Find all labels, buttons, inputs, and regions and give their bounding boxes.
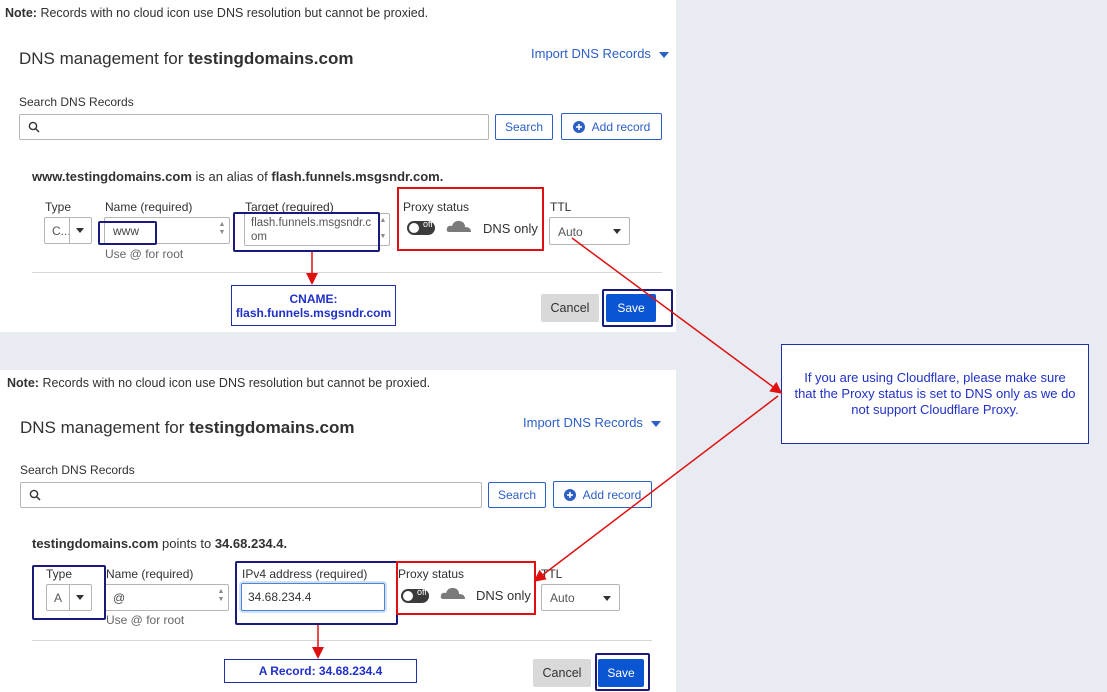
page-title: DNS management for testingdomains.com (19, 49, 354, 68)
stepper-icon: ▲ ▼ (217, 588, 225, 603)
a-record-callout: A Record: 34.68.234.4 (224, 659, 417, 683)
ipv4-field-highlight (235, 561, 398, 625)
divider (32, 272, 662, 273)
ttl-label: TTL (550, 200, 572, 214)
search-button[interactable]: Search (495, 114, 553, 140)
root-hint: Use @ for root (106, 613, 185, 627)
ttl-label: TTL (541, 567, 563, 581)
cancel-button[interactable]: Cancel (533, 659, 591, 687)
proxy-status-highlight (396, 561, 536, 615)
top-dns-panel: Note: Records with no cloud icon use DNS… (0, 0, 676, 332)
plus-circle-icon (563, 488, 576, 501)
stepper-icon: ▲ ▼ (218, 221, 226, 236)
cname-callout: CNAME: flash.funnels.msgsndr.com (231, 285, 396, 326)
ttl-select[interactable]: Auto (541, 584, 620, 611)
proxy-status-highlight (397, 187, 544, 251)
chevron-down-icon (658, 51, 669, 58)
ttl-select[interactable]: Auto (549, 217, 630, 245)
ttl-value: Auto (558, 225, 583, 239)
search-input[interactable] (20, 482, 482, 508)
bottom-dns-panel: Note: Records with no cloud icon use DNS… (0, 370, 676, 692)
name-value: @ (113, 591, 126, 605)
search-input[interactable] (19, 114, 489, 140)
search-label: Search DNS Records (19, 95, 134, 109)
save-button-highlight (595, 653, 650, 691)
import-dns-records-link[interactable]: Import DNS Records (531, 46, 669, 61)
root-hint: Use @ for root (105, 247, 184, 261)
type-field-highlight (32, 565, 106, 620)
chevron-down-icon (76, 228, 84, 233)
name-field-highlight (98, 221, 157, 245)
add-record-button[interactable]: Add record (553, 481, 652, 508)
proxy-note: Note: Records with no cloud icon use DNS… (5, 6, 429, 20)
divider (32, 640, 652, 641)
target-field-highlight (233, 212, 380, 252)
save-button-highlight (602, 289, 673, 327)
name-label: Name (required) (106, 567, 194, 581)
plus-circle-icon (572, 120, 585, 133)
search-icon (29, 489, 41, 501)
ttl-value: Auto (550, 591, 575, 605)
name-input[interactable]: @ ▲ ▼ (104, 584, 229, 611)
chevron-down-icon (613, 229, 621, 234)
type-value: C... (52, 224, 71, 238)
page-title: DNS management for testingdomains.com (20, 418, 355, 437)
points-to-description: testingdomains.com points to 34.68.234.4… (32, 536, 288, 551)
cancel-button[interactable]: Cancel (541, 294, 599, 322)
cloudflare-note-callout: If you are using Cloudflare, please make… (781, 344, 1089, 444)
add-record-button[interactable]: Add record (561, 113, 662, 140)
search-label: Search DNS Records (20, 463, 135, 477)
search-button[interactable]: Search (488, 482, 546, 508)
import-dns-records-link[interactable]: Import DNS Records (523, 415, 661, 430)
alias-description: www.testingdomains.com is an alias of fl… (32, 169, 444, 184)
chevron-down-icon (603, 596, 611, 601)
type-label: Type (45, 200, 72, 214)
search-icon (28, 121, 40, 133)
name-label: Name (required) (105, 200, 193, 214)
proxy-note: Note: Records with no cloud icon use DNS… (7, 376, 431, 390)
type-select[interactable]: C... (44, 217, 92, 244)
chevron-down-icon (650, 420, 661, 427)
